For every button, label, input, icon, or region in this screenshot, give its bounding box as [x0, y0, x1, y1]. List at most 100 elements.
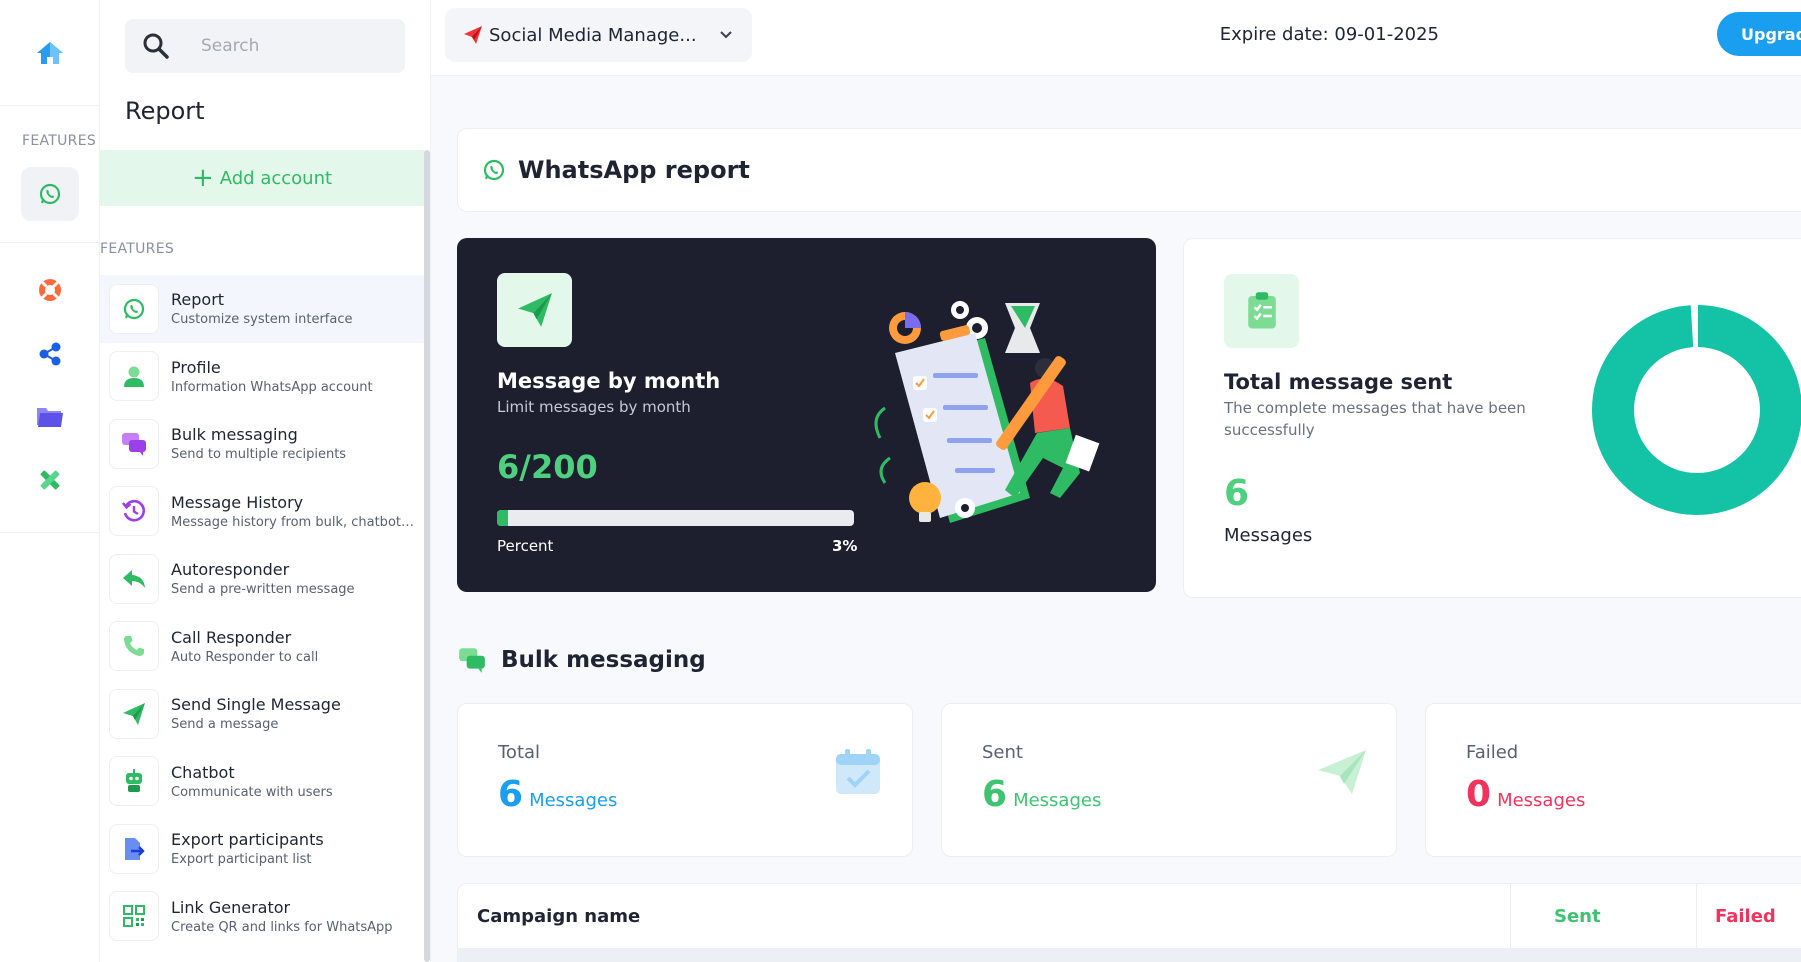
rail-tools[interactable] — [32, 462, 68, 498]
menu-text: Send Single Message Send a message — [171, 695, 416, 732]
whatsapp-icon — [483, 159, 505, 181]
rail-home[interactable] — [0, 0, 100, 106]
menu-title: Chatbot — [171, 762, 235, 782]
bulk-messaging-header: Bulk messaging — [457, 646, 706, 674]
menu-icon-tile — [109, 621, 159, 672]
campaign-table-header: Campaign name Sent Failed — [457, 883, 1801, 950]
sidebar-item-report[interactable]: Report Customize system interface — [100, 275, 424, 343]
menu-desc: Send a message — [171, 717, 279, 733]
menu-desc: Auto Responder to call — [171, 649, 319, 665]
menu-desc: Information WhatsApp account — [171, 379, 373, 395]
menu-title: Call Responder — [171, 627, 292, 647]
paper-plane-icon — [517, 293, 552, 327]
sidebar-item-autoresponder[interactable]: Autoresponder Send a pre-written message — [100, 545, 424, 613]
folder-icon — [37, 408, 63, 427]
project-name: Social Media Manage... — [489, 24, 697, 46]
rail-whatsapp[interactable] — [21, 167, 79, 221]
menu-title: Export participants — [171, 830, 324, 850]
features-label: FEATURES — [100, 241, 175, 257]
sidebar-item-profile[interactable]: Profile Information WhatsApp account — [100, 343, 424, 411]
qr-code-icon — [123, 905, 145, 928]
rail-support[interactable] — [32, 272, 68, 308]
search-icon — [143, 33, 169, 59]
message-count: 6/200 — [497, 448, 598, 486]
whatsapp-icon — [39, 183, 61, 205]
chevron-down-icon — [720, 31, 732, 39]
paper-plane-icon — [464, 26, 482, 44]
percent-label: Percent — [497, 537, 554, 555]
sidebar-item-send-single-message[interactable]: Send Single Message Send a message — [100, 680, 424, 748]
rail-files[interactable] — [32, 398, 68, 434]
sidebar-item-link-generator[interactable]: Link Generator Create QR and links for W… — [100, 883, 424, 951]
rail-divider — [0, 242, 100, 243]
menu-icon-tile — [109, 418, 159, 469]
menu-title: Profile — [171, 357, 221, 377]
search-box[interactable] — [125, 19, 405, 73]
column-campaign-name[interactable]: Campaign name — [477, 906, 640, 927]
donut-segment — [1592, 305, 1801, 515]
menu-desc: Export participant list — [171, 852, 312, 868]
stat-value: 0 Messages — [1466, 774, 1585, 815]
share-nodes-icon — [39, 342, 61, 366]
icon-rail: FEATURES — [0, 0, 100, 962]
menu-icon-tile — [109, 891, 159, 942]
total-unit: Messages — [1224, 525, 1313, 546]
sidebar-scrollbar[interactable] — [424, 150, 430, 962]
menu-icon-tile — [109, 486, 159, 537]
section-title: Bulk messaging — [501, 647, 706, 673]
menu-icon-tile — [109, 283, 159, 334]
menu-icon-tile — [109, 823, 159, 874]
stat-label: Total — [498, 742, 541, 763]
rail-share[interactable] — [32, 336, 68, 372]
menu-desc: Message history from bulk, chatbot and m… — [171, 514, 416, 530]
menu-desc: Communicate with users — [171, 784, 333, 800]
upgrade-button[interactable]: Upgrade — [1717, 12, 1801, 56]
menu-title: Send Single Message — [171, 695, 341, 715]
page-title: WhatsApp report — [518, 156, 750, 184]
stat-unit: Messages — [1013, 790, 1102, 811]
menu-icon-tile — [109, 553, 159, 604]
sidebar-item-chatbot[interactable]: Chatbot Communicate with users — [100, 748, 424, 816]
total-count: 6 — [1224, 473, 1250, 514]
pencil-ruler-icon — [40, 470, 60, 490]
column-failed[interactable]: Failed — [1715, 906, 1776, 927]
sidebar-item-bulk-messaging[interactable]: Bulk messaging Send to multiple recipien… — [100, 410, 424, 478]
column-sent[interactable]: Sent — [1554, 906, 1601, 927]
topbar: Social Media Manage... Expire date: 09-0… — [431, 0, 1801, 76]
card-subtitle: Limit messages by month — [497, 398, 691, 416]
clipboard-check-icon — [1247, 292, 1276, 329]
search-input[interactable] — [201, 36, 391, 56]
menu-text: Profile Information WhatsApp account — [171, 358, 416, 395]
sidebar-item-call-responder[interactable]: Call Responder Auto Responder to call — [100, 613, 424, 681]
menu-text: Export participants Export participant l… — [171, 830, 416, 867]
sidebar-item-message-history[interactable]: Message History Message history from bul… — [100, 478, 424, 546]
menu-icon-tile — [109, 688, 159, 739]
add-account-label: Add account — [219, 167, 333, 189]
stat-label: Sent — [982, 742, 1023, 763]
add-account-button[interactable]: + Add account — [100, 150, 424, 206]
stat-number: 0 — [1466, 774, 1492, 815]
menu-desc: Send to multiple recipients — [171, 447, 347, 463]
lifebuoy-icon — [39, 279, 61, 301]
menu-title: Bulk messaging — [171, 425, 298, 445]
sidebar-item-export-participants[interactable]: Export participants Export participant l… — [100, 815, 424, 883]
project-select[interactable]: Social Media Manage... — [445, 8, 752, 62]
icon-tile — [1224, 274, 1299, 348]
menu-text: Chatbot Communicate with users — [171, 763, 416, 800]
percent-value: 3% — [832, 537, 858, 555]
card-title: Message by month — [497, 369, 721, 393]
rail-features-label: FEATURES — [22, 133, 97, 149]
robot-icon — [126, 769, 142, 793]
sidebar-title: Report — [125, 97, 205, 125]
chat-bubbles-icon — [459, 648, 485, 673]
stat-value: 6 Messages — [498, 774, 617, 815]
report-header: WhatsApp report — [457, 128, 1801, 212]
total-message-sent-card: Total message sent The complete messages… — [1183, 238, 1801, 598]
expire-date: Expire date: 09-01-2025 — [1219, 24, 1439, 45]
plus-icon: + — [191, 163, 214, 193]
message-by-month-card: Message by month Limit messages by month… — [457, 238, 1156, 592]
menu-title: Message History — [171, 492, 304, 512]
menu-title: Autoresponder — [171, 560, 290, 580]
stat-value: 6 Messages — [982, 774, 1101, 815]
menu-desc: Create QR and links for WhatsApp — [171, 919, 393, 935]
